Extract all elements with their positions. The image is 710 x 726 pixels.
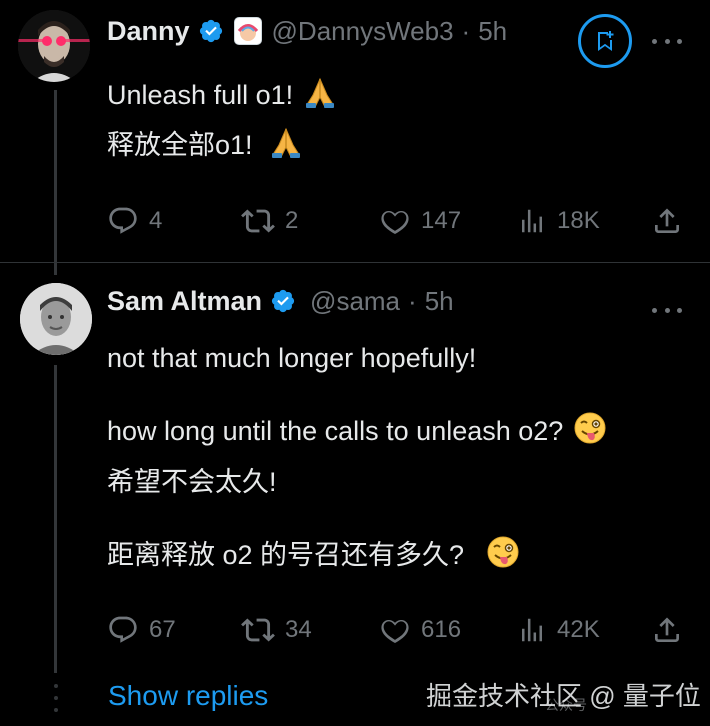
folded-hands-emoji <box>269 125 303 166</box>
views-icon <box>522 618 542 642</box>
reply-icon <box>109 616 137 643</box>
tweet-header: Sam Altman @sama · 5h <box>107 281 454 321</box>
author-name[interactable]: Danny <box>107 16 190 47</box>
share-button[interactable] <box>651 610 683 650</box>
reply-count: 67 <box>149 616 176 643</box>
tweet-text: not that much longer hopefully! <box>107 343 477 374</box>
tweet-text-line: not that much longer hopefully! <box>107 341 476 377</box>
views-button[interactable]: 42K <box>517 610 600 650</box>
separator-dot: · <box>408 285 417 316</box>
repost-button[interactable]: 34 <box>241 610 312 650</box>
thread-ellipsis-icon <box>54 684 58 712</box>
verified-badge-icon <box>270 288 296 314</box>
reply-icon <box>109 207 137 234</box>
avatar-sam[interactable] <box>20 283 92 355</box>
timestamp[interactable]: 5h <box>478 16 507 47</box>
avatar-danny[interactable] <box>18 10 90 82</box>
like-button[interactable]: 147 <box>379 201 461 241</box>
tweet-text: 希望不会太久! <box>107 467 277 498</box>
reply-count: 4 <box>149 207 163 234</box>
tweet-text-line: how long until the calls to unleash o2? <box>107 411 607 452</box>
author-name[interactable]: Sam Altman <box>107 286 262 317</box>
share-icon <box>655 617 679 642</box>
share-button[interactable] <box>651 201 683 241</box>
repost-count: 2 <box>285 207 299 234</box>
tweet-text-line: Unleash full o1! <box>107 78 337 114</box>
tweet-text: 释放全部o1! <box>107 130 253 161</box>
watermark: 掘金技术社区 @ 量子位 <box>426 681 701 711</box>
author-handle[interactable]: @sama <box>310 286 400 317</box>
views-icon <box>522 209 542 233</box>
tweet-text: how long until the calls to unleash o2? <box>107 416 564 447</box>
tweet-header: Danny @DannysWeb3 · 5h <box>107 12 507 50</box>
winking-tongue-emoji <box>486 535 520 576</box>
views-count: 42K <box>557 616 600 643</box>
heart-icon <box>381 210 409 235</box>
repost-count: 34 <box>285 616 312 643</box>
tweet-danny[interactable]: Danny @DannysWeb3 · 5h Unleash full o1! … <box>0 0 710 262</box>
thread-line-top <box>54 263 57 275</box>
tweet-text: 距离释放 o2 的号召还有多久? <box>107 540 465 571</box>
bookmark-add-button[interactable] <box>578 14 632 68</box>
like-button[interactable]: 616 <box>379 610 461 650</box>
separator-dot: · <box>461 15 471 46</box>
tweet-text-line: 释放全部o1! <box>107 128 303 164</box>
tweet-text-line: 希望不会太久! <box>107 465 277 501</box>
tweet-text-line: 距离释放 o2 的号召还有多久? <box>107 535 520 576</box>
avatar-danny-image <box>18 10 90 82</box>
affiliate-badge-icon[interactable] <box>233 17 262 45</box>
timestamp[interactable]: 5h <box>425 286 454 317</box>
tweet-actions: 4 2 147 18K <box>107 201 687 241</box>
repost-button[interactable]: 2 <box>241 201 298 241</box>
folded-hands-emoji <box>303 75 337 116</box>
share-icon <box>655 208 679 233</box>
avatar-sam-image <box>20 283 92 355</box>
reply-button[interactable]: 4 <box>107 201 162 241</box>
tweet-sam[interactable]: Sam Altman @sama · 5h not that much long… <box>0 262 710 673</box>
more-icon[interactable] <box>652 305 682 315</box>
views-button[interactable]: 18K <box>517 201 600 241</box>
author-handle[interactable]: @DannysWeb3 <box>272 16 454 47</box>
views-count: 18K <box>557 207 600 234</box>
winking-tongue-emoji <box>573 411 607 452</box>
show-replies-link[interactable]: Show replies <box>108 680 268 712</box>
like-count: 147 <box>421 207 462 234</box>
thread-line <box>54 365 57 673</box>
more-icon[interactable] <box>652 36 682 46</box>
tweet-text: Unleash full o1! <box>107 80 294 111</box>
like-count: 616 <box>421 616 462 643</box>
repost-icon <box>241 618 275 642</box>
tweet-actions: 67 34 616 42K <box>107 610 687 650</box>
verified-badge-icon <box>198 18 224 44</box>
repost-icon <box>241 209 275 233</box>
thread-line <box>54 90 57 262</box>
heart-icon <box>381 619 409 644</box>
reply-button[interactable]: 67 <box>107 610 176 650</box>
bookmark-add-icon <box>598 31 614 51</box>
